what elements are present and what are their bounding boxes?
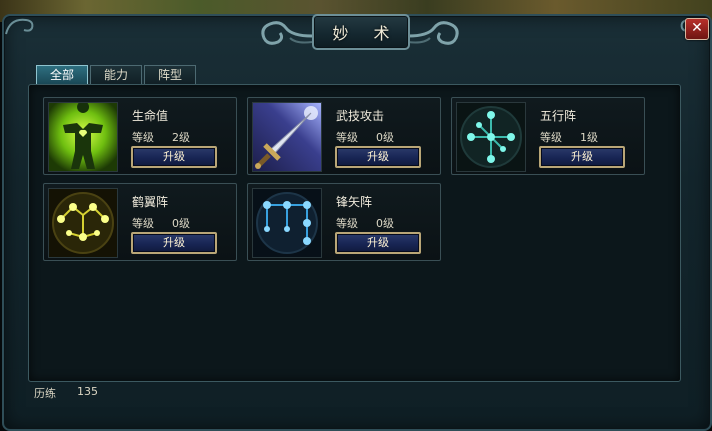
corner-ornament-icon <box>5 18 34 35</box>
level-value: 0级 <box>172 217 190 230</box>
skill-name: 鹤翼阵 <box>132 195 169 209</box>
upgrade-button[interactable]: 升级 <box>335 146 421 168</box>
tab-abilities[interactable]: 能力 <box>90 65 143 84</box>
window-title: 妙 术 <box>332 24 400 43</box>
blue-formation-icon[interactable] <box>252 188 322 258</box>
level-label: 等级 <box>540 131 562 144</box>
experience-label: 历练 <box>34 387 56 400</box>
green-warrior-heart-icon[interactable] <box>48 102 118 172</box>
skill-card-crane-wing: 鹤翼阵 等级 0级 升级 <box>43 183 237 261</box>
level-value: 1级 <box>580 131 598 144</box>
level-label: 等级 <box>132 217 154 230</box>
title-swirl-ornament-icon <box>407 21 459 45</box>
level-label: 等级 <box>336 131 358 144</box>
skill-card-five-elements: 五行阵 等级 1级 升级 <box>451 97 645 175</box>
tab-bar: 全部 能力 阵型 <box>36 65 197 84</box>
sword-icon[interactable] <box>252 102 322 172</box>
skill-name: 锋矢阵 <box>336 195 373 209</box>
window-title-plate: 妙 术 <box>312 14 410 50</box>
cyan-formation-icon[interactable] <box>456 102 526 172</box>
skill-card-hp: 生命值 等级 2级 升级 <box>43 97 237 175</box>
yellow-formation-icon[interactable] <box>48 188 118 258</box>
skill-name: 武技攻击 <box>336 109 385 123</box>
level-value: 2级 <box>172 131 190 144</box>
level-label: 等级 <box>132 131 154 144</box>
close-button[interactable]: ✕ <box>685 18 709 40</box>
skill-name: 五行阵 <box>540 109 577 123</box>
tab-formations[interactable]: 阵型 <box>144 65 197 84</box>
skill-name: 生命值 <box>132 109 169 123</box>
upgrade-button[interactable]: 升级 <box>131 146 217 168</box>
level-label: 等级 <box>336 217 358 230</box>
upgrade-button[interactable]: 升级 <box>335 232 421 254</box>
skills-panel: 生命值 等级 2级 升级 武技攻击 等级 0级 升级 五行阵 等级 1级 升级 … <box>28 84 681 382</box>
skill-card-attack: 武技攻击 等级 0级 升级 <box>247 97 441 175</box>
level-value: 0级 <box>376 131 394 144</box>
title-swirl-ornament-icon <box>261 21 313 45</box>
skill-card-arrow: 锋矢阵 等级 0级 升级 <box>247 183 441 261</box>
upgrade-button[interactable]: 升级 <box>539 146 625 168</box>
level-value: 0级 <box>376 217 394 230</box>
experience-value: 135 <box>77 385 98 398</box>
upgrade-button[interactable]: 升级 <box>131 232 217 254</box>
tab-all[interactable]: 全部 <box>36 65 89 84</box>
